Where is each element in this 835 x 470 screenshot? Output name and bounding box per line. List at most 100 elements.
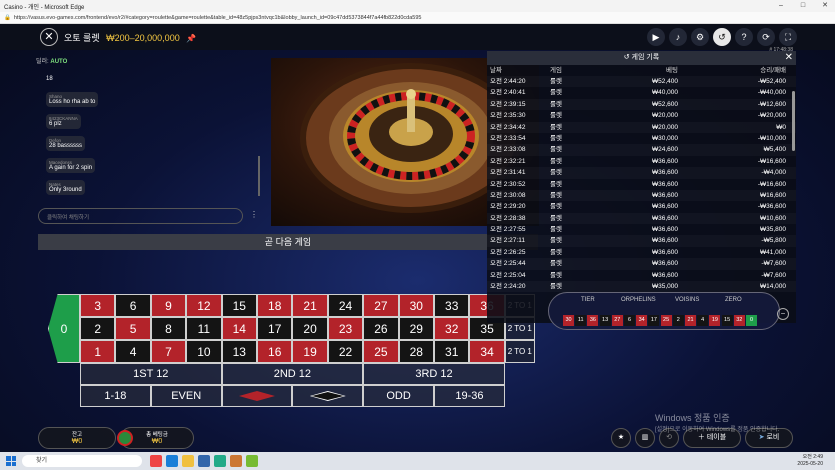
number-cell[interactable]: 10 (186, 340, 222, 363)
number-cell[interactable]: 16 (257, 340, 293, 363)
close-history-icon[interactable]: ✕ (785, 51, 793, 65)
history-row[interactable]: 오전 2:34:42 룰렛 ₩20,000 ₩0 (487, 122, 796, 133)
racetrack-number[interactable]: 32 (733, 315, 745, 326)
black-bet-cell[interactable] (292, 385, 364, 407)
store-icon[interactable] (198, 455, 210, 467)
history-row[interactable]: 오전 2:30:52 룰렛 ₩36,600 -₩16,600 (487, 179, 796, 190)
number-cell[interactable]: 26 (363, 317, 399, 340)
number-cell[interactable]: 11 (186, 317, 222, 340)
settings-icon[interactable]: ⚙ (691, 28, 709, 46)
number-cell[interactable]: 24 (327, 294, 364, 317)
history-row[interactable]: 오전 2:33:08 룰렛 ₩24,600 ₩5,400 (487, 144, 796, 155)
close-window-icon[interactable]: ✕ (815, 0, 835, 12)
pin-icon[interactable]: 📌 (186, 34, 196, 43)
number-cell[interactable]: 14 (221, 317, 257, 340)
number-cell[interactable]: 17 (257, 317, 293, 340)
app-icon[interactable] (230, 455, 242, 467)
history-scrollbar[interactable] (792, 91, 795, 151)
history-row[interactable]: 오전 2:31:41 룰렛 ₩36,600 -₩4,000 (487, 167, 796, 178)
favorite-icon[interactable]: ★ (611, 428, 631, 448)
history-row[interactable]: 오전 2:25:04 룰렛 ₩36,600 -₩7,600 (487, 270, 796, 281)
number-cell[interactable]: 22 (327, 340, 364, 363)
racetrack-number[interactable]: 13 (599, 315, 611, 326)
racetrack[interactable]: TIER ORPHELINS VOISINS ZERO 30 11 36 13 27 6 3… (548, 292, 780, 330)
outside-bet-cell[interactable]: ODD (363, 385, 434, 407)
racetrack-number[interactable]: 34 (636, 315, 648, 326)
number-cell[interactable]: 15 (221, 294, 257, 317)
racetrack-number[interactable]: 27 (611, 315, 623, 326)
number-cell[interactable]: 9 (150, 294, 187, 317)
history-row[interactable]: 오전 2:27:55 룰렛 ₩36,600 ₩35,800 (487, 224, 796, 235)
number-cell[interactable]: 20 (292, 317, 328, 340)
history-row[interactable]: 오전 2:25:44 룰렛 ₩36,600 -₩7,600 (487, 258, 796, 269)
number-cell[interactable]: 28 (398, 340, 434, 363)
history-row[interactable]: 오전 2:32:21 룰렛 ₩36,600 -₩16,600 (487, 156, 796, 167)
number-cell[interactable]: 18 (257, 294, 293, 317)
racetrack-voisins[interactable]: VOISINS (675, 297, 699, 303)
dozen-bet-cell[interactable]: 2ND 12 (221, 363, 364, 385)
outside-bet-cell[interactable]: 1-18 (80, 385, 151, 407)
history-row[interactable]: 오전 2:28:38 룰렛 ₩36,600 ₩10,600 (487, 213, 796, 224)
history-row[interactable]: 오전 2:27:11 룰렛 ₩36,600 -₩5,800 (487, 235, 796, 246)
racetrack-number[interactable]: 0 (746, 315, 757, 326)
number-cell[interactable]: 34 (469, 340, 505, 363)
minimize-icon[interactable]: – (771, 0, 791, 12)
address-bar[interactable]: 🔒 https://vasus.evo-games.com/frontend/e… (0, 12, 835, 24)
history-row[interactable]: 오전 2:29:20 룰렛 ₩36,600 -₩36,600 (487, 201, 796, 212)
history-icon[interactable]: ↺ (713, 28, 731, 46)
chat-input[interactable]: 클릭하여 채팅하기 (38, 208, 243, 224)
more-options-icon[interactable]: ⋮ (250, 210, 258, 219)
number-cell[interactable]: 32 (434, 317, 470, 340)
racetrack-tier[interactable]: TIER (581, 297, 595, 303)
number-cell[interactable]: 8 (150, 317, 187, 340)
number-cell[interactable]: 2 (80, 317, 116, 340)
racetrack-number[interactable]: 30 (563, 315, 574, 326)
number-cell[interactable]: 5 (115, 317, 151, 340)
history-row[interactable]: 오전 2:33:54 룰렛 ₩30,000 -₩10,000 (487, 133, 796, 144)
close-game-button[interactable]: ✕ (40, 28, 58, 46)
number-cell[interactable]: 30 (398, 294, 434, 317)
dozen-bet-cell[interactable]: 3RD 12 (363, 363, 505, 385)
racetrack-number[interactable]: 17 (648, 315, 660, 326)
number-cell[interactable]: 31 (434, 340, 470, 363)
history-row[interactable]: 오전 2:30:08 룰렛 ₩36,600 ₩16,600 (487, 190, 796, 201)
racetrack-number[interactable]: 25 (660, 315, 672, 326)
statistics-icon[interactable]: ▥ (635, 428, 655, 448)
taskbar-search[interactable]: 찾기 (22, 455, 142, 467)
zero-cell[interactable]: 0 (48, 294, 80, 363)
number-cell[interactable]: 23 (327, 317, 364, 340)
number-cell[interactable]: 3 (80, 294, 116, 317)
racetrack-number[interactable]: 15 (721, 315, 733, 326)
number-cell[interactable]: 4 (115, 340, 151, 363)
racetrack-number[interactable]: 19 (709, 315, 721, 326)
number-cell[interactable]: 1 (80, 340, 116, 363)
column-bet-cell[interactable]: 2 TO 1 (504, 340, 535, 363)
number-cell[interactable]: 29 (398, 317, 434, 340)
history-row[interactable]: 오전 2:40:41 룰렛 ₩40,000 -₩40,000 (487, 87, 796, 98)
racetrack-zero[interactable]: ZERO (725, 297, 742, 303)
app-icon[interactable] (246, 455, 258, 467)
history-row[interactable]: 오전 2:39:15 룰렛 ₩52,600 -₩12,600 (487, 99, 796, 110)
fullscreen-icon[interactable]: ⛶ (779, 28, 797, 46)
explorer-icon[interactable] (182, 455, 194, 467)
windows-start-icon[interactable] (6, 456, 16, 466)
maximize-icon[interactable]: □ (793, 0, 813, 12)
help-icon[interactable]: ? (735, 28, 753, 46)
sound-icon[interactable]: ♪ (669, 28, 687, 46)
number-cell[interactable]: 7 (150, 340, 187, 363)
racetrack-number[interactable]: 36 (587, 315, 599, 326)
history-row[interactable]: 오전 2:26:25 룰렛 ₩36,600 ₩41,000 (487, 247, 796, 258)
number-cell[interactable]: 12 (186, 294, 222, 317)
chat-scrollbar[interactable] (258, 156, 260, 196)
number-cell[interactable]: 13 (221, 340, 257, 363)
racetrack-number[interactable]: 4 (697, 315, 709, 326)
history-row[interactable]: 오전 2:35:30 룰렛 ₩20,000 -₩20,000 (487, 110, 796, 121)
red-bet-cell[interactable] (221, 385, 293, 407)
number-cell[interactable]: 25 (363, 340, 399, 363)
app-icon[interactable] (214, 455, 226, 467)
number-cell[interactable]: 33 (434, 294, 470, 317)
outside-bet-cell[interactable]: EVEN (150, 385, 222, 407)
number-cell[interactable]: 6 (115, 294, 151, 317)
number-cell[interactable]: 27 (363, 294, 399, 317)
racetrack-number[interactable]: 2 (672, 315, 684, 326)
